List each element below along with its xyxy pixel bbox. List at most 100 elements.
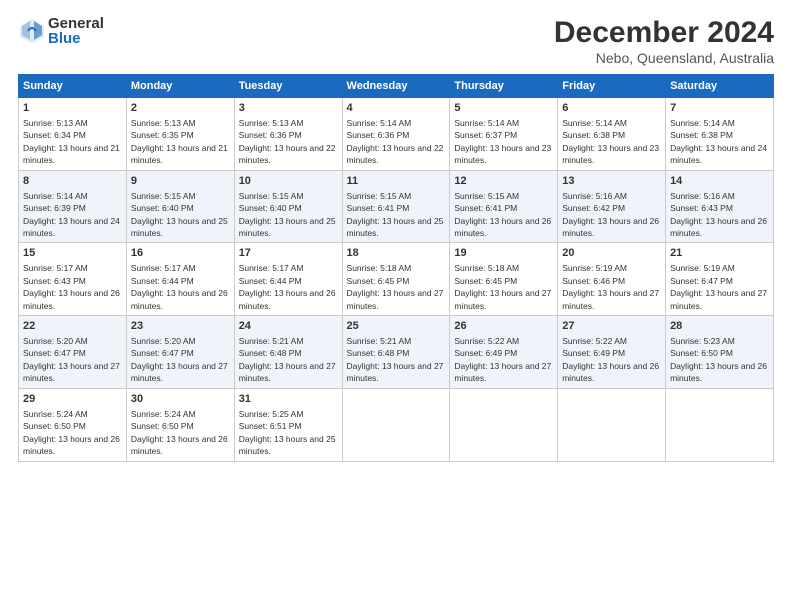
day-cell: 1 Sunrise: 5:13 AMSunset: 6:34 PMDaylight…	[19, 98, 127, 171]
day-cell: 2Sunrise: 5:13 AMSunset: 6:35 PMDaylight…	[126, 98, 234, 171]
sunrise-info: Sunrise: 5:15 AMSunset: 6:40 PMDaylight:…	[239, 191, 336, 238]
day-number: 24	[239, 319, 338, 334]
day-cell	[450, 388, 558, 461]
sunrise-info: Sunrise: 5:16 AMSunset: 6:43 PMDaylight:…	[670, 191, 767, 238]
day-number: 26	[454, 319, 553, 334]
sunrise-info: Sunrise: 5:19 AMSunset: 6:47 PMDaylight:…	[670, 263, 767, 310]
sunrise-info: Sunrise: 5:15 AMSunset: 6:41 PMDaylight:…	[347, 191, 444, 238]
sunrise-info: Sunrise: 5:18 AMSunset: 6:45 PMDaylight:…	[347, 263, 444, 310]
sunrise-info: Sunrise: 5:13 AMSunset: 6:36 PMDaylight:…	[239, 118, 336, 165]
day-number: 30	[131, 392, 230, 407]
day-number: 16	[131, 246, 230, 261]
day-cell: 12 Sunrise: 5:15 AMSunset: 6:41 PMDayligh…	[450, 170, 558, 243]
logo-blue: Blue	[48, 31, 104, 46]
day-number: 8	[23, 174, 122, 189]
sunrise-info: Sunrise: 5:16 AMSunset: 6:42 PMDaylight:…	[562, 191, 659, 238]
day-number: 3	[239, 101, 338, 116]
day-cell: 10 Sunrise: 5:15 AMSunset: 6:40 PMDayligh…	[234, 170, 342, 243]
week-row-2: 8 Sunrise: 5:14 AMSunset: 6:39 PMDaylight…	[19, 170, 774, 243]
day-cell: 28 Sunrise: 5:23 AMSunset: 6:50 PMDayligh…	[666, 316, 774, 389]
day-cell: 31 Sunrise: 5:25 AMSunset: 6:51 PMDayligh…	[234, 388, 342, 461]
col-header-monday: Monday	[126, 75, 234, 98]
col-header-wednesday: Wednesday	[342, 75, 450, 98]
day-number: 31	[239, 392, 338, 407]
day-number: 6	[562, 101, 661, 116]
logo: General Blue	[18, 16, 104, 46]
logo-icon	[18, 17, 46, 45]
day-number: 28	[670, 319, 769, 334]
day-cell: 7 Sunrise: 5:14 AMSunset: 6:38 PMDaylight…	[666, 98, 774, 171]
day-cell: 16 Sunrise: 5:17 AMSunset: 6:44 PMDayligh…	[126, 243, 234, 316]
day-number: 12	[454, 174, 553, 189]
day-cell: 3 Sunrise: 5:13 AMSunset: 6:36 PMDaylight…	[234, 98, 342, 171]
day-cell: 13Sunrise: 5:16 AMSunset: 6:42 PMDayligh…	[558, 170, 666, 243]
day-cell: 14Sunrise: 5:16 AMSunset: 6:43 PMDayligh…	[666, 170, 774, 243]
sunrise-info: Sunrise: 5:23 AMSunset: 6:50 PMDaylight:…	[670, 336, 767, 383]
sunrise-info: Sunrise: 5:21 AMSunset: 6:48 PMDaylight:…	[239, 336, 336, 383]
sunrise-info: Sunrise: 5:14 AMSunset: 6:38 PMDaylight:…	[562, 118, 659, 165]
day-number: 22	[23, 319, 122, 334]
day-cell	[666, 388, 774, 461]
sunrise-info: Sunrise: 5:13 AMSunset: 6:34 PMDaylight:…	[23, 118, 120, 165]
subtitle: Nebo, Queensland, Australia	[554, 50, 774, 66]
sunrise-info: Sunrise: 5:17 AMSunset: 6:44 PMDaylight:…	[131, 263, 228, 310]
day-cell: 29Sunrise: 5:24 AMSunset: 6:50 PMDayligh…	[19, 388, 127, 461]
sunrise-info: Sunrise: 5:14 AMSunset: 6:39 PMDaylight:…	[23, 191, 120, 238]
sunrise-info: Sunrise: 5:13 AMSunset: 6:35 PMDaylight:…	[131, 118, 228, 165]
sunrise-info: Sunrise: 5:22 AMSunset: 6:49 PMDaylight:…	[454, 336, 551, 383]
day-number: 7	[670, 101, 769, 116]
sunrise-info: Sunrise: 5:19 AMSunset: 6:46 PMDaylight:…	[562, 263, 659, 310]
week-row-1: 1 Sunrise: 5:13 AMSunset: 6:34 PMDaylight…	[19, 98, 774, 171]
day-number: 17	[239, 246, 338, 261]
day-cell: 4Sunrise: 5:14 AMSunset: 6:36 PMDaylight…	[342, 98, 450, 171]
day-cell: 5 Sunrise: 5:14 AMSunset: 6:37 PMDaylight…	[450, 98, 558, 171]
header-row: SundayMondayTuesdayWednesdayThursdayFrid…	[19, 75, 774, 98]
day-cell: 25Sunrise: 5:21 AMSunset: 6:48 PMDayligh…	[342, 316, 450, 389]
day-cell: 17Sunrise: 5:17 AMSunset: 6:44 PMDayligh…	[234, 243, 342, 316]
col-header-thursday: Thursday	[450, 75, 558, 98]
day-cell: 24 Sunrise: 5:21 AMSunset: 6:48 PMDayligh…	[234, 316, 342, 389]
week-row-4: 22 Sunrise: 5:20 AMSunset: 6:47 PMDayligh…	[19, 316, 774, 389]
day-cell: 27 Sunrise: 5:22 AMSunset: 6:49 PMDayligh…	[558, 316, 666, 389]
sunrise-info: Sunrise: 5:14 AMSunset: 6:36 PMDaylight:…	[347, 118, 444, 165]
day-number: 27	[562, 319, 661, 334]
title-block: December 2024 Nebo, Queensland, Australi…	[554, 16, 774, 66]
day-cell: 22Sunrise: 5:20 AMSunset: 6:47 PMDayligh…	[19, 316, 127, 389]
week-row-3: 15Sunrise: 5:17 AMSunset: 6:43 PMDayligh…	[19, 243, 774, 316]
day-number: 20	[562, 246, 661, 261]
day-number: 19	[454, 246, 553, 261]
col-header-saturday: Saturday	[666, 75, 774, 98]
day-cell: 23 Sunrise: 5:20 AMSunset: 6:47 PMDayligh…	[126, 316, 234, 389]
col-header-tuesday: Tuesday	[234, 75, 342, 98]
day-number: 1	[23, 101, 122, 116]
sunrise-info: Sunrise: 5:14 AMSunset: 6:38 PMDaylight:…	[670, 118, 767, 165]
day-cell: 30 Sunrise: 5:24 AMSunset: 6:50 PMDayligh…	[126, 388, 234, 461]
col-header-friday: Friday	[558, 75, 666, 98]
sunrise-info: Sunrise: 5:24 AMSunset: 6:50 PMDaylight:…	[131, 409, 228, 456]
day-number: 5	[454, 101, 553, 116]
day-cell: 9Sunrise: 5:15 AMSunset: 6:40 PMDaylight…	[126, 170, 234, 243]
day-number: 23	[131, 319, 230, 334]
day-cell: 11 Sunrise: 5:15 AMSunset: 6:41 PMDayligh…	[342, 170, 450, 243]
day-number: 10	[239, 174, 338, 189]
day-cell: 15Sunrise: 5:17 AMSunset: 6:43 PMDayligh…	[19, 243, 127, 316]
calendar-table: SundayMondayTuesdayWednesdayThursdayFrid…	[18, 74, 774, 462]
sunrise-info: Sunrise: 5:25 AMSunset: 6:51 PMDaylight:…	[239, 409, 336, 456]
day-cell: 18 Sunrise: 5:18 AMSunset: 6:45 PMDayligh…	[342, 243, 450, 316]
day-number: 11	[347, 174, 446, 189]
day-cell	[558, 388, 666, 461]
header: General Blue December 2024 Nebo, Queensl…	[18, 16, 774, 66]
sunrise-info: Sunrise: 5:22 AMSunset: 6:49 PMDaylight:…	[562, 336, 659, 383]
sunrise-info: Sunrise: 5:20 AMSunset: 6:47 PMDaylight:…	[131, 336, 228, 383]
day-number: 18	[347, 246, 446, 261]
main-title: December 2024	[554, 16, 774, 50]
page: General Blue December 2024 Nebo, Queensl…	[0, 0, 792, 612]
col-header-sunday: Sunday	[19, 75, 127, 98]
day-cell: 19Sunrise: 5:18 AMSunset: 6:45 PMDayligh…	[450, 243, 558, 316]
sunrise-info: Sunrise: 5:14 AMSunset: 6:37 PMDaylight:…	[454, 118, 551, 165]
day-cell: 6 Sunrise: 5:14 AMSunset: 6:38 PMDaylight…	[558, 98, 666, 171]
sunrise-info: Sunrise: 5:15 AMSunset: 6:41 PMDaylight:…	[454, 191, 551, 238]
sunrise-info: Sunrise: 5:24 AMSunset: 6:50 PMDaylight:…	[23, 409, 120, 456]
day-cell: 21 Sunrise: 5:19 AMSunset: 6:47 PMDayligh…	[666, 243, 774, 316]
day-number: 21	[670, 246, 769, 261]
